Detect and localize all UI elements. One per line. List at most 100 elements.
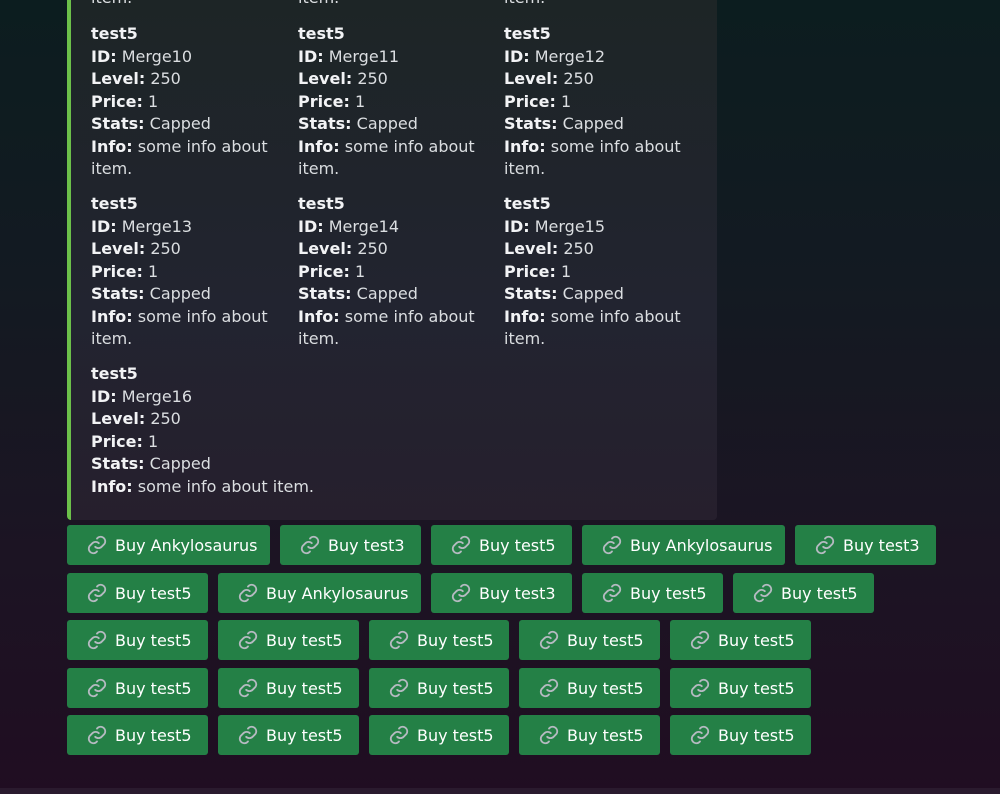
buy-button[interactable]: Buy test5 xyxy=(582,573,723,613)
field-label: Info: xyxy=(504,306,546,326)
buy-button[interactable]: Buy Ankylosaurus xyxy=(67,525,270,565)
buy-button[interactable]: Buy test5 xyxy=(670,715,811,755)
buy-button[interactable]: Buy test5 xyxy=(670,668,811,708)
button-label: Buy test5 xyxy=(266,630,343,650)
field-value: Capped xyxy=(356,284,418,303)
field-value: Merge14 xyxy=(328,216,400,236)
button-label: Buy test3 xyxy=(479,583,556,603)
link-icon xyxy=(238,725,258,745)
embed-card: item. item. item. test5 ID: Merge10 Leve… xyxy=(67,0,717,520)
buy-button[interactable]: Buy test5 xyxy=(67,668,208,708)
buy-button[interactable]: Buy test3 xyxy=(795,525,936,565)
buy-button[interactable]: Buy test3 xyxy=(280,525,421,565)
field-label: Price: xyxy=(298,261,350,281)
field-value: Merge11 xyxy=(328,46,400,66)
field-value: Merge10 xyxy=(121,46,193,66)
buy-button[interactable]: Buy test3 xyxy=(431,573,572,613)
field-partial-text: item. xyxy=(298,0,339,9)
field-label: ID: xyxy=(504,216,530,236)
button-label: Buy test5 xyxy=(718,630,795,650)
buy-button[interactable]: Buy test5 xyxy=(519,715,660,755)
buy-button[interactable]: Buy test5 xyxy=(67,573,208,613)
field-value: 250 xyxy=(150,409,181,428)
buy-button[interactable]: Buy test5 xyxy=(519,668,660,708)
buy-button[interactable]: Buy test5 xyxy=(218,715,359,755)
buy-button[interactable]: Buy test5 xyxy=(733,573,874,613)
field-value: 250 xyxy=(563,239,594,258)
buy-button[interactable]: Buy test5 xyxy=(67,715,208,755)
field-label: ID: xyxy=(504,46,530,66)
embed-field: test5 ID: Merge11 Level: 250 Price: 1 St… xyxy=(298,23,498,181)
link-icon xyxy=(451,535,471,555)
button-label: Buy test5 xyxy=(479,535,556,555)
field-label: Stats: xyxy=(504,114,558,133)
field-label: Info: xyxy=(91,476,133,496)
divider xyxy=(0,788,1000,794)
link-icon xyxy=(815,535,835,555)
buy-button[interactable]: Buy test5 xyxy=(67,620,208,660)
field-value: 1 xyxy=(354,261,366,281)
field-label: Stats: xyxy=(91,454,145,473)
field-label: ID: xyxy=(91,216,117,236)
field-label: Info: xyxy=(91,306,133,326)
link-icon xyxy=(690,725,710,745)
field-label: Level: xyxy=(298,69,353,88)
field-value: Capped xyxy=(562,284,624,303)
field-value: Merge15 xyxy=(534,216,606,236)
button-label: Buy test5 xyxy=(567,630,644,650)
field-value: 250 xyxy=(563,69,594,88)
link-icon xyxy=(87,583,107,603)
field-name: test5 xyxy=(91,24,138,43)
link-icon xyxy=(539,725,559,745)
button-label: Buy test5 xyxy=(718,725,795,745)
buy-button[interactable]: Buy Ankylosaurus xyxy=(218,573,421,613)
link-icon xyxy=(602,583,622,603)
field-name: test5 xyxy=(91,194,138,213)
field-value: 250 xyxy=(150,239,181,258)
link-icon xyxy=(300,535,320,555)
buy-button[interactable]: Buy test5 xyxy=(218,620,359,660)
link-icon xyxy=(389,725,409,745)
field-name: test5 xyxy=(504,194,551,213)
button-label: Buy test3 xyxy=(328,535,405,555)
field-label: ID: xyxy=(91,386,117,406)
field-value: Capped xyxy=(149,284,211,303)
field-label: Info: xyxy=(91,136,133,156)
field-label: Price: xyxy=(504,91,556,111)
button-label: Buy test5 xyxy=(567,725,644,745)
button-row: Buy test5 Buy test5 Buy test5 Buy test5 … xyxy=(67,668,811,708)
field-value: Capped xyxy=(149,114,211,133)
link-icon xyxy=(87,630,107,650)
buy-button[interactable]: Buy test5 xyxy=(431,525,572,565)
field-label: Stats: xyxy=(504,284,558,303)
button-label: Buy test5 xyxy=(115,630,192,650)
buy-button[interactable]: Buy test5 xyxy=(670,620,811,660)
embed-field: test5 ID: Merge16 Level: 250 Price: 1 St… xyxy=(91,363,371,498)
buy-button[interactable]: Buy test5 xyxy=(218,668,359,708)
embed-field: test5 ID: Merge12 Level: 250 Price: 1 St… xyxy=(504,23,704,181)
field-label: Price: xyxy=(91,431,143,451)
link-icon xyxy=(389,678,409,698)
embed-field: test5 ID: Merge15 Level: 250 Price: 1 St… xyxy=(504,193,704,351)
link-icon xyxy=(87,535,107,555)
button-label: Buy test5 xyxy=(115,583,192,603)
field-name: test5 xyxy=(91,364,138,383)
field-value: 250 xyxy=(357,239,388,258)
buy-button[interactable]: Buy test5 xyxy=(369,620,509,660)
buy-button[interactable]: Buy test5 xyxy=(369,668,509,708)
button-row: Buy test5 Buy test5 Buy test5 Buy test5 … xyxy=(67,620,811,660)
link-icon xyxy=(602,535,622,555)
field-label: Level: xyxy=(504,239,559,258)
field-value: 1 xyxy=(354,91,366,111)
field-name: test5 xyxy=(504,24,551,43)
buy-button[interactable]: Buy Ankylosaurus xyxy=(582,525,785,565)
button-label: Buy test3 xyxy=(843,535,920,555)
field-value: 250 xyxy=(357,69,388,88)
field-name: test5 xyxy=(298,24,345,43)
buy-button[interactable]: Buy test5 xyxy=(519,620,660,660)
field-value: Capped xyxy=(356,114,418,133)
field-label: Level: xyxy=(298,239,353,258)
link-icon xyxy=(451,583,471,603)
link-icon xyxy=(87,678,107,698)
buy-button[interactable]: Buy test5 xyxy=(369,715,509,755)
